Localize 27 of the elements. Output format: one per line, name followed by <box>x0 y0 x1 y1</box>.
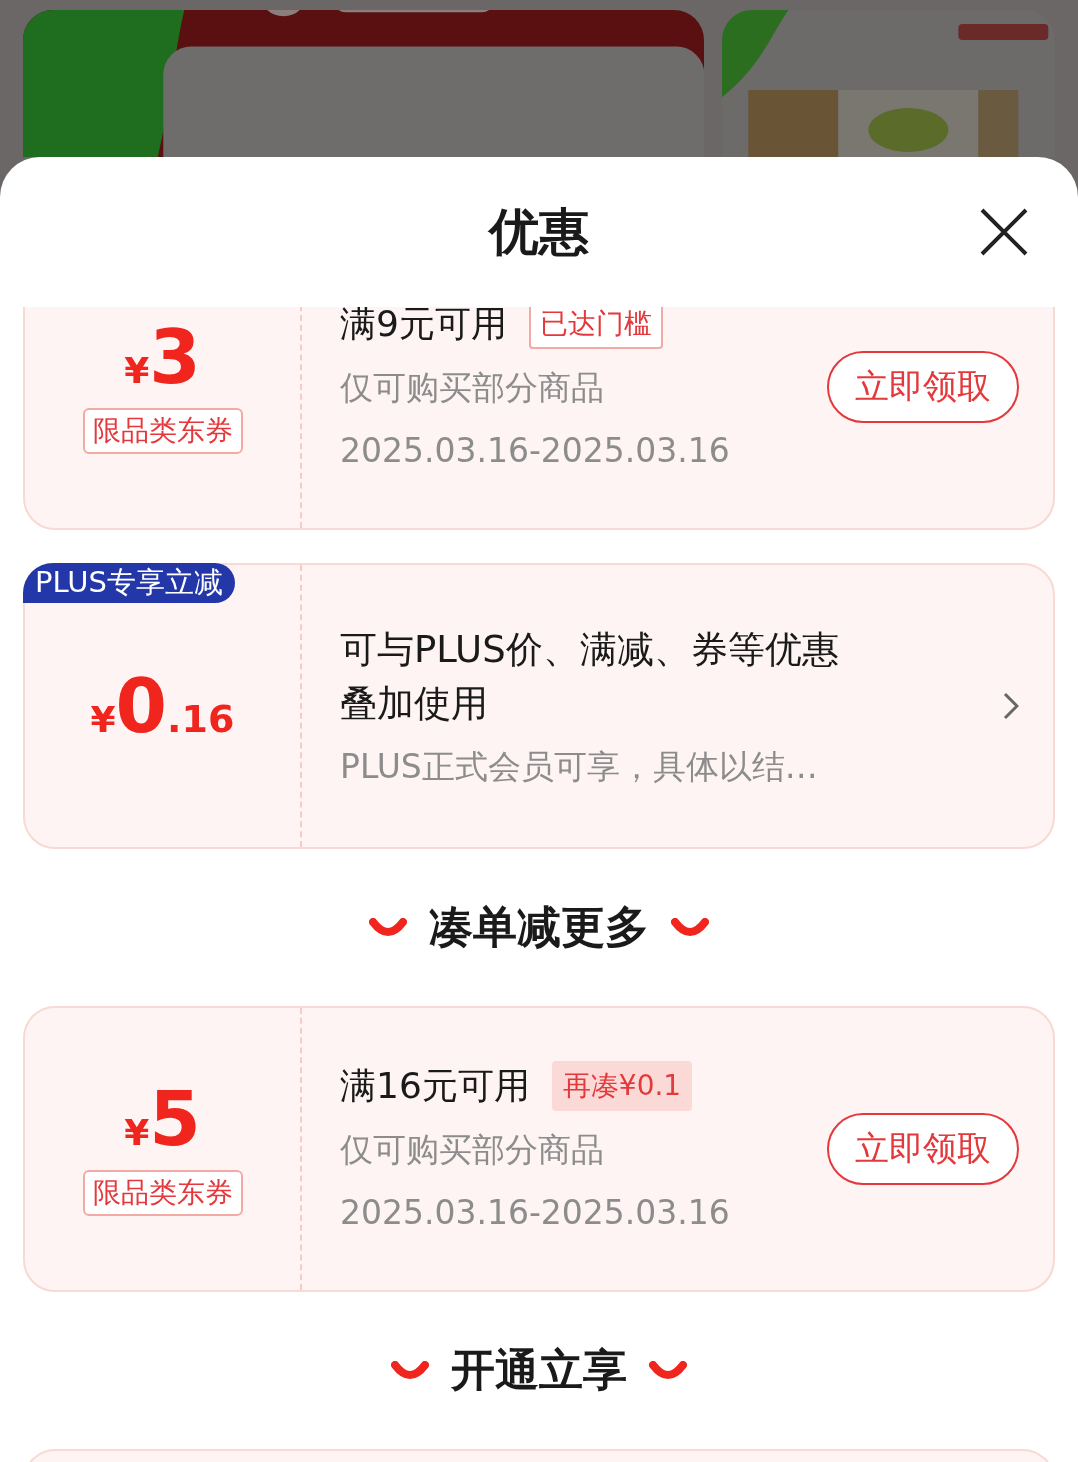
coupon-amount: ¥3 <box>124 320 201 394</box>
coupon-amount: ¥0.16 <box>90 669 235 743</box>
coupon-detail: 仅可购买部分商品 <box>340 366 605 409</box>
smile-icon <box>369 917 407 938</box>
threshold-tag: 再凑¥0.1 <box>551 1061 693 1111</box>
smile-icon <box>391 1360 429 1381</box>
coupon-threshold: 满16元可用 <box>340 1063 530 1108</box>
smile-icon <box>649 1360 687 1381</box>
coupon-detail: 2025.03.16-2025.03.16 <box>340 1191 731 1234</box>
plus-badge: PLUS专享立减 <box>23 563 235 603</box>
coupon-card[interactable]: ¥0.16 可与PLUS价、满减、券等优惠叠加使用 PLUS正式会员可享，具体以结… PLUS专享立减 <box>23 563 1055 849</box>
coupon-amount: ¥5 <box>124 1082 201 1156</box>
coupon-detail: 仅可购买部分商品 <box>340 1128 605 1171</box>
chevron-right-icon <box>1003 692 1019 720</box>
coupon-detail: PLUS正式会员可享，具体以结… <box>340 746 819 788</box>
coupon-type-tag: 限品类东券 <box>82 1170 243 1216</box>
coupon-description: 可与PLUS价、满减、券等优惠叠加使用 <box>340 627 840 727</box>
coupon-type-tag: 限品类东券 <box>82 408 243 454</box>
claim-button[interactable]: 立即领取 <box>827 1113 1019 1185</box>
claim-button[interactable]: 立即领取 <box>827 351 1019 423</box>
smile-icon <box>671 917 709 938</box>
section-title: 凑单减更多 <box>429 900 649 954</box>
sheet-title: 优惠 <box>489 201 589 263</box>
close-button[interactable] <box>978 206 1030 258</box>
coupon-detail: 2025.03.16-2025.03.16 <box>340 429 731 472</box>
section-title: 开通立享 <box>451 1343 627 1397</box>
threshold-tag: 已达门槛 <box>528 307 663 349</box>
